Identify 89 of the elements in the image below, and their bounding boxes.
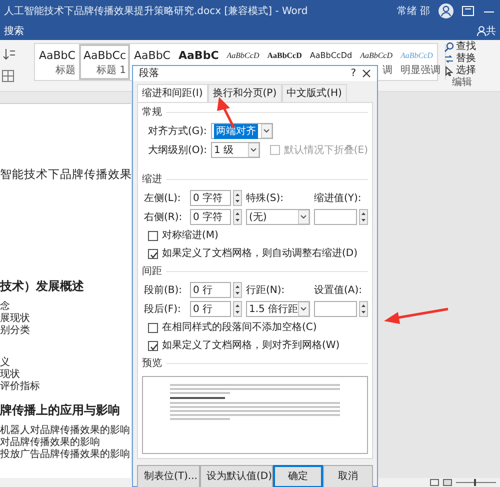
- dialog-button[interactable]: 设为默认值(D): [200, 465, 273, 487]
- style-tile[interactable]: AaBbCcD 明显强调: [396, 44, 444, 80]
- number-field[interactable]: [314, 209, 357, 225]
- special-dropdown[interactable]: (无): [246, 209, 310, 225]
- style-tile[interactable]: AaBbC 标题: [35, 44, 80, 80]
- read-mode-icon[interactable]: [430, 479, 439, 486]
- checkbox[interactable]: [148, 248, 158, 258]
- pointer-icon: [444, 66, 454, 76]
- select-button[interactable]: 选择: [456, 65, 476, 77]
- dialog-tab[interactable]: 缩进和间距(I): [137, 84, 208, 102]
- line-spacing-dropdown[interactable]: 1.5 倍行距: [246, 301, 310, 317]
- checkbox[interactable]: [148, 322, 158, 332]
- alignment-dropdown[interactable]: 两端对齐: [210, 123, 273, 139]
- outline-item: 展现状: [0, 313, 31, 324]
- field-label: 段前(B):: [144, 284, 184, 298]
- number-field[interactable]: 0 字符: [190, 190, 231, 206]
- outline-item: 对品牌传播效果的影响: [0, 437, 101, 448]
- person-icon[interactable]: [477, 26, 486, 36]
- tell-me-field[interactable]: 搜索: [4, 24, 477, 38]
- dialog-button[interactable]: 确定: [273, 465, 323, 487]
- spin-buttons[interactable]: [233, 282, 242, 298]
- user-name: 常绪 邵: [396, 4, 430, 18]
- dialog-button[interactable]: 取消: [323, 465, 373, 487]
- sort-icon[interactable]: [2, 48, 16, 60]
- field-label: 行距(N):: [246, 284, 286, 298]
- checkbox[interactable]: [148, 340, 158, 350]
- outline-item: 义: [0, 357, 11, 368]
- number-field[interactable]: 0 行: [190, 301, 231, 317]
- spin-buttons[interactable]: [233, 209, 242, 225]
- checkbox-label: 如果定义了文档网格，则对齐到网格(W): [162, 338, 340, 353]
- search-icon: [444, 42, 454, 52]
- outline-item: 现状: [0, 369, 21, 380]
- field-label: 缩进值(Y):: [314, 192, 362, 206]
- checkbox-label: 如果定义了文档网格，则自动调整右缩进(D): [162, 246, 358, 261]
- number-field[interactable]: 0 字符: [190, 209, 231, 225]
- outline-item: 念: [0, 301, 11, 313]
- dialog-button[interactable]: 制表位(T)...: [137, 465, 200, 487]
- document-title: 智能技术下品牌传播效果: [0, 166, 131, 183]
- field-label: 特殊(S):: [246, 192, 285, 206]
- section-heading: 预览: [142, 356, 368, 371]
- spin-buttons[interactable]: [233, 301, 242, 317]
- number-field[interactable]: [314, 301, 357, 317]
- outline-item: 别分类: [0, 325, 31, 338]
- close-icon[interactable]: [362, 69, 371, 78]
- window-title: 人工智能技术下品牌传播效果提升策略研究.docx [兼容模式] - Word: [4, 4, 309, 18]
- outline-dropdown[interactable]: 1 级: [211, 142, 260, 158]
- checkbox-label: 在相同样式的段落间不添加空格(C): [162, 320, 317, 335]
- avatar-icon: [438, 3, 454, 19]
- dialog-tab[interactable]: 换行和分页(P): [208, 84, 282, 102]
- annotation-arrow: [384, 308, 448, 324]
- checkbox[interactable]: [148, 230, 158, 240]
- caret-icon: [298, 302, 310, 316]
- checkbox-label: 对称缩进(M): [162, 228, 218, 243]
- field-label: 段后(F):: [144, 302, 182, 316]
- ribbon-display-icon[interactable]: [462, 6, 474, 16]
- number-field[interactable]: 0 行: [190, 282, 231, 298]
- field-label: 大纲级别(O):: [148, 144, 208, 158]
- section-heading: 间距: [142, 264, 368, 279]
- section-heading: 常规: [142, 105, 368, 120]
- spin-buttons[interactable]: [359, 209, 368, 225]
- field-label: 设置值(A):: [314, 284, 364, 298]
- spin-buttons[interactable]: [233, 190, 242, 206]
- help-button[interactable]: ?: [350, 66, 356, 81]
- gallery-scrollbar[interactable]: [444, 44, 446, 80]
- print-layout-icon[interactable]: [443, 479, 452, 486]
- checkbox-label: 默认情况下折叠(E): [284, 144, 368, 158]
- caret-icon: [248, 143, 259, 157]
- field-label: 左侧(L):: [144, 192, 182, 206]
- find-button[interactable]: 查找: [456, 41, 476, 53]
- replace-icon: [444, 54, 454, 64]
- group-label: 编辑: [451, 77, 473, 89]
- outline-item: 机器人对品牌传播效果的影响: [0, 425, 131, 436]
- outline-item: 投放广告品牌传播效果的影响: [0, 449, 131, 462]
- field-label: 对齐方式(G):: [148, 124, 207, 138]
- share-button[interactable]: 共: [486, 24, 496, 38]
- caret-icon: [260, 124, 272, 138]
- style-tile[interactable]: AaBbCc 标题 1: [79, 44, 130, 80]
- spin-buttons[interactable]: [359, 301, 368, 317]
- borders-icon[interactable]: [2, 70, 14, 82]
- caret-icon: [298, 210, 309, 224]
- zoom-slider-icon[interactable]: [456, 479, 496, 486]
- dialog-tab[interactable]: 中文版式(H): [282, 84, 347, 102]
- section-heading: 技术）发展概述: [0, 278, 85, 296]
- outline-item: 评价指标: [0, 381, 41, 394]
- section-heading: 缩进: [142, 172, 368, 187]
- replace-button[interactable]: 替换: [456, 53, 476, 65]
- dialog-title: 段落: [139, 66, 160, 81]
- field-label: 右侧(R):: [144, 210, 184, 224]
- section-heading: 牌传播上的应用与影响: [0, 402, 121, 420]
